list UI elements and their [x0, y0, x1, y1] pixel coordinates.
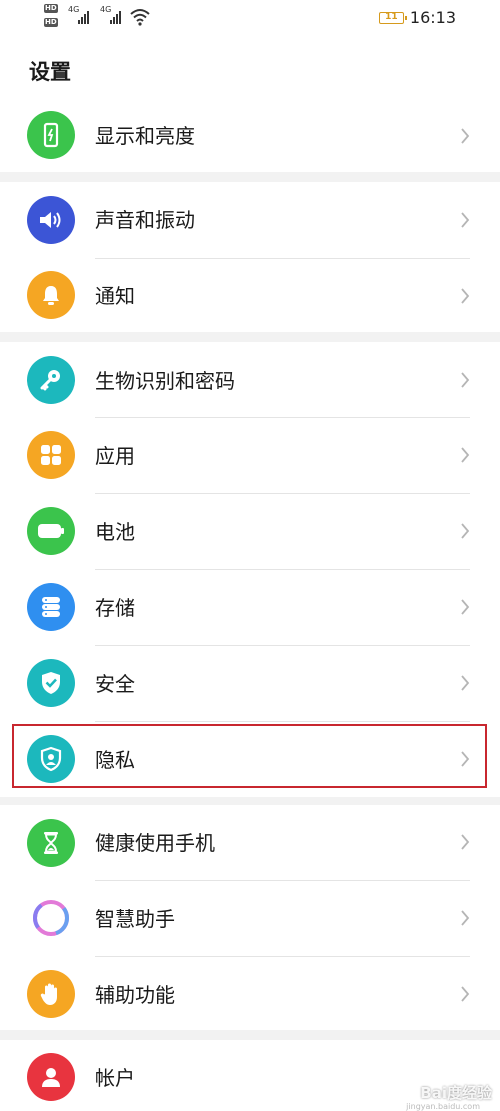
bell-icon [27, 271, 75, 319]
settings-item-display[interactable]: 显示和亮度 [0, 100, 500, 172]
chevron-right-icon [461, 212, 470, 228]
settings-group: 健康使用手机 智慧助手 辅助功能 [0, 805, 500, 1030]
settings-group: 声音和振动 通知 [0, 182, 500, 332]
storage-icon [27, 583, 75, 631]
settings-item-label: 辅助功能 [95, 983, 175, 1007]
clock: 16:13 [409, 8, 456, 27]
settings-item-label: 帐户 [95, 1066, 135, 1090]
chevron-right-icon [461, 523, 470, 539]
settings-group: 显示和亮度 [0, 100, 500, 172]
user-icon [27, 1053, 75, 1101]
settings-item-label: 电池 [95, 520, 135, 544]
chevron-right-icon [461, 372, 470, 388]
battery-level: 11 [385, 12, 398, 22]
assistant-ring-icon [27, 894, 75, 942]
header: 设置 [0, 40, 500, 100]
settings-item-label: 健康使用手机 [95, 831, 215, 855]
settings-item-biometrics[interactable]: 生物识别和密码 [0, 342, 500, 417]
settings-item-label: 通知 [95, 284, 135, 308]
hd-badge: HD [44, 18, 58, 27]
settings-item-battery[interactable]: 电池 [0, 494, 500, 569]
apps-grid-icon [27, 431, 75, 479]
settings-item-label: 应用 [95, 444, 135, 468]
settings-item-label: 声音和振动 [95, 208, 195, 232]
hd-badge: HD [44, 4, 58, 13]
wifi-icon [130, 9, 150, 26]
chevron-right-icon [461, 447, 470, 463]
signal-icon [78, 10, 89, 24]
settings-item-label: 生物识别和密码 [95, 369, 235, 393]
settings-item-label: 显示和亮度 [95, 124, 195, 148]
battery-icon: 11 [378, 11, 407, 24]
settings-item-security[interactable]: 安全 [0, 646, 500, 721]
key-icon [27, 356, 75, 404]
chevron-right-icon [461, 834, 470, 850]
settings-item-label: 存储 [95, 596, 135, 620]
settings-item-sound[interactable]: 声音和振动 [0, 182, 500, 257]
highlight-box [12, 724, 487, 788]
chevron-right-icon [461, 910, 470, 926]
chevron-right-icon [461, 288, 470, 304]
chevron-right-icon [461, 128, 470, 144]
speaker-icon [27, 196, 75, 244]
hourglass-icon [27, 819, 75, 867]
shield-check-icon [27, 659, 75, 707]
settings-item-digital-balance[interactable]: 健康使用手机 [0, 805, 500, 880]
settings-item-notifications[interactable]: 通知 [0, 259, 500, 332]
settings-item-label: 安全 [95, 672, 135, 696]
settings-item-accessibility[interactable]: 辅助功能 [0, 957, 500, 1030]
chevron-right-icon [461, 986, 470, 1002]
settings-item-apps[interactable]: 应用 [0, 418, 500, 493]
chevron-right-icon [461, 675, 470, 691]
chevron-right-icon [461, 599, 470, 615]
battery-icon [27, 507, 75, 555]
settings-item-label: 智慧助手 [95, 907, 175, 931]
page-title: 设置 [29, 60, 71, 84]
hand-icon [27, 970, 75, 1018]
signal-icon [110, 10, 121, 24]
status-bar: HD HD 4G 4G 11 16:13 [0, 0, 500, 40]
display-brightness-icon [27, 111, 75, 159]
settings-item-storage[interactable]: 存储 [0, 570, 500, 645]
watermark-url: jingyan.baidu.com [406, 1102, 480, 1111]
signal-indicators: HD HD 4G 4G [44, 4, 164, 34]
settings-item-smart-assistant[interactable]: 智慧助手 [0, 881, 500, 956]
watermark: Bai度经验 [420, 1084, 492, 1102]
